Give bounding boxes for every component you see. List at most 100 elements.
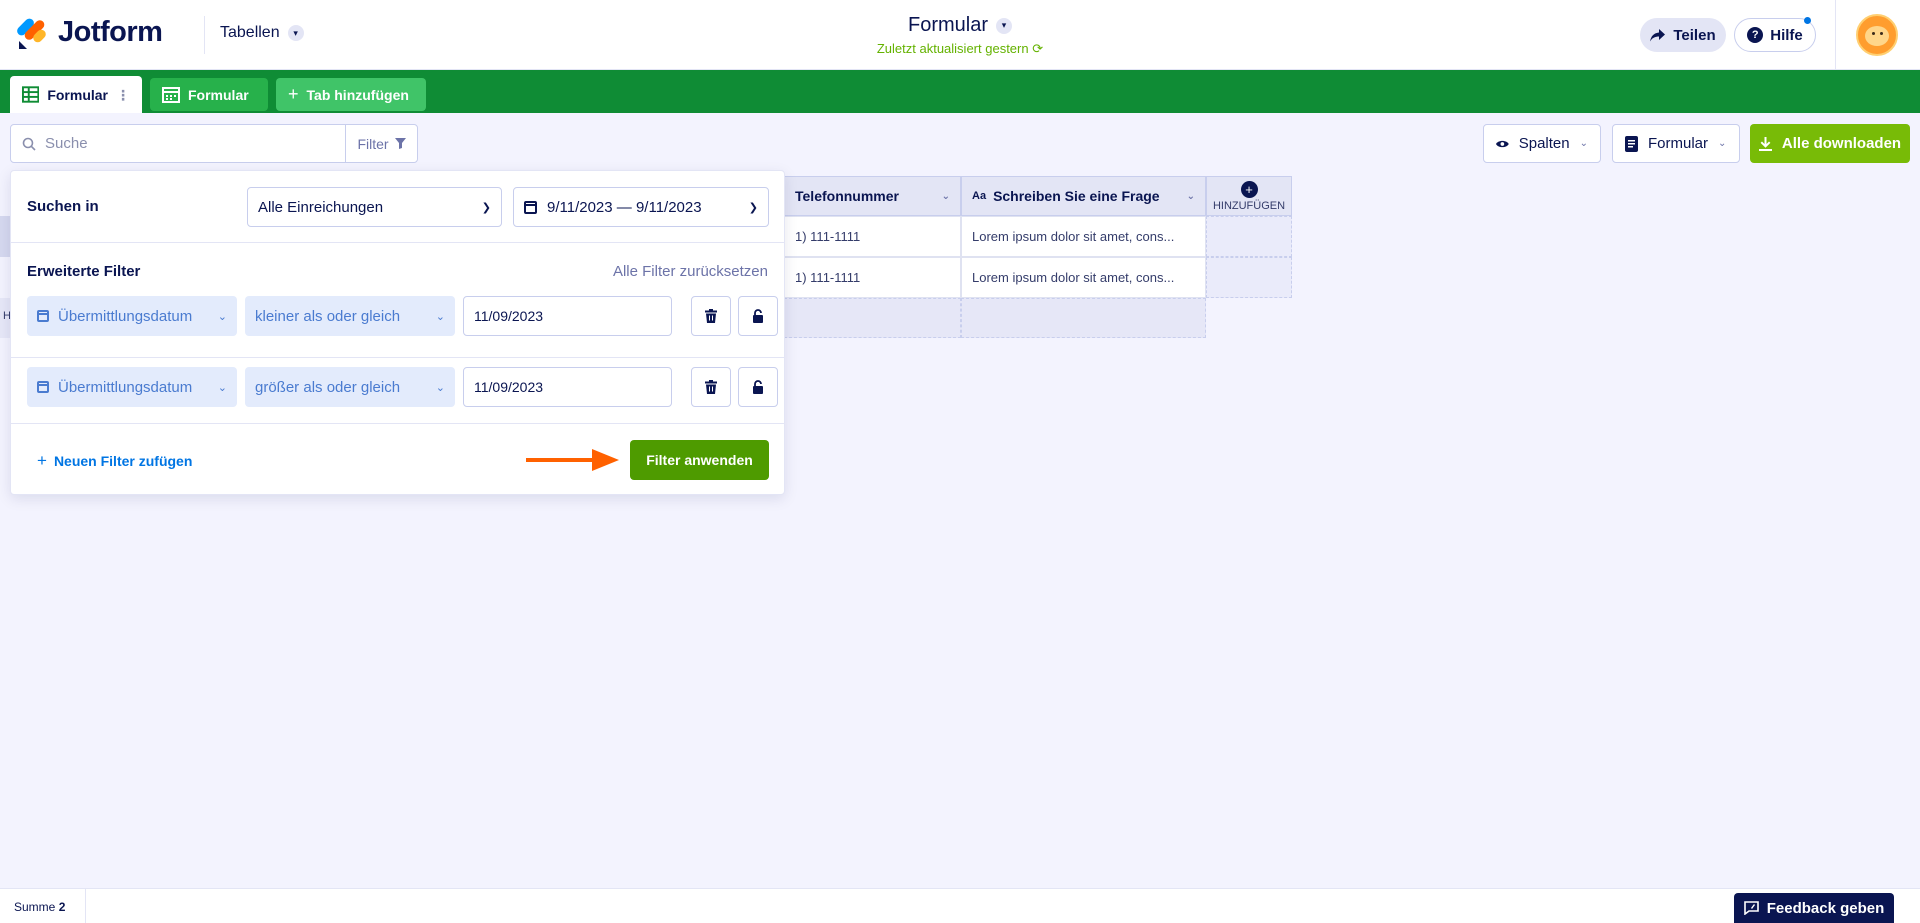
table-footer-cell xyxy=(961,298,1206,338)
column-header-phone[interactable]: Telefonnummer ⌄ xyxy=(784,176,961,216)
lock-filter-button[interactable] xyxy=(738,367,778,407)
download-all-button[interactable]: Alle downloaden xyxy=(1750,124,1910,163)
document-icon xyxy=(1625,135,1638,152)
plus-icon: + xyxy=(37,451,47,470)
table-cell[interactable]: Lorem ipsum dolor sit amet, cons... xyxy=(961,216,1206,257)
filter-row: Übermittlungsdatum ⌄ kleiner als oder gl… xyxy=(27,296,778,336)
calendar-icon xyxy=(37,381,49,393)
delete-filter-button[interactable] xyxy=(691,296,731,336)
feedback-button[interactable]: Feedback geben xyxy=(1734,893,1894,923)
chevron-down-icon: ⌄ xyxy=(217,310,227,323)
filter-value-text: 11/09/2023 xyxy=(474,308,544,324)
cell-text: Lorem ipsum dolor sit amet, cons... xyxy=(972,229,1175,244)
feedback-label: Feedback geben xyxy=(1766,899,1885,917)
footer-bar: Summe 2 xyxy=(0,888,1920,923)
filter-button[interactable]: Filter xyxy=(345,125,417,162)
add-tab-button[interactable]: + Tab hinzufügen xyxy=(276,78,426,111)
add-column-label: HINZUFÜGEN xyxy=(1212,199,1286,212)
chevron-down-icon[interactable]: ⌄ xyxy=(942,191,950,202)
header-divider xyxy=(204,16,205,54)
advanced-filters-label: Erweiterte Filter xyxy=(27,263,141,280)
filter-value-input[interactable]: 11/09/2023 xyxy=(463,296,672,336)
chevron-down-icon: ⌄ xyxy=(435,310,445,323)
table-cell[interactable]: 1) 111-1111 xyxy=(784,216,961,257)
jotform-logo-icon xyxy=(15,15,48,49)
top-header: Jotform Tabellen ▾ Formular ▾ Zuletzt ak… xyxy=(0,0,1920,70)
page-title: Formular xyxy=(907,14,988,36)
tab-label: Formular xyxy=(188,86,249,103)
chevron-down-icon[interactable]: ⌄ xyxy=(1187,191,1195,202)
filter-value-input[interactable]: 11/09/2023 xyxy=(463,367,672,407)
apply-filter-button[interactable]: Filter anwenden xyxy=(630,440,769,480)
submissions-select-value: Alle Einreichungen xyxy=(258,198,384,216)
divider xyxy=(11,357,784,358)
unlock-icon xyxy=(753,309,763,323)
download-label: Alle downloaden xyxy=(1781,135,1902,152)
submissions-select[interactable]: Alle Einreichungen ❯ xyxy=(247,187,502,227)
date-range-value: 9/11/2023 — 9/11/2023 xyxy=(547,198,702,216)
reset-filters-link[interactable]: Alle Filter zurücksetzen xyxy=(613,263,768,280)
more-options-icon[interactable]: ⋮ xyxy=(116,88,130,102)
avatar[interactable] xyxy=(1856,14,1898,56)
add-filter-link[interactable]: + Neuen Filter zufügen xyxy=(37,451,192,471)
calendar-icon xyxy=(162,87,180,103)
date-range-picker[interactable]: 9/11/2023 — 9/11/2023 ❯ xyxy=(513,187,769,227)
trash-icon xyxy=(705,309,717,323)
filter-operator-value: kleiner als oder gleich xyxy=(255,307,401,325)
download-icon xyxy=(1758,136,1772,151)
filter-operator-select[interactable]: größer als oder gleich ⌄ xyxy=(245,367,455,407)
columns-button[interactable]: Spalten ⌄ xyxy=(1483,124,1601,163)
filter-operator-select[interactable]: kleiner als oder gleich ⌄ xyxy=(245,296,455,336)
filter-field-select[interactable]: Übermittlungsdatum ⌄ xyxy=(27,367,237,407)
chevron-down-icon: ❯ xyxy=(748,201,758,214)
filter-field-value: Übermittlungsdatum xyxy=(58,378,193,396)
row-selector[interactable] xyxy=(0,216,10,257)
app-switcher-label: Tabellen xyxy=(220,24,280,41)
table-cell[interactable]: Lorem ipsum dolor sit amet, cons... xyxy=(961,257,1206,298)
cell-text: 1) 111-1111 xyxy=(795,229,861,244)
table-cell[interactable]: 1) 111-1111 xyxy=(784,257,961,298)
table-grid-icon xyxy=(22,86,40,103)
table-cell-empty[interactable] xyxy=(1206,257,1292,298)
tab-formular-calendar[interactable]: Formular xyxy=(150,78,268,111)
chevron-down-icon: ⌄ xyxy=(1718,138,1727,149)
app-switcher[interactable]: Tabellen ▾ xyxy=(220,24,304,42)
tab-formular-table[interactable]: Formular ⋮ xyxy=(10,76,142,113)
calendar-icon xyxy=(524,200,537,214)
form-select-button[interactable]: Formular ⌄ xyxy=(1612,124,1740,163)
filter-field-select[interactable]: Übermittlungsdatum ⌄ xyxy=(27,296,237,336)
apply-filter-label: Filter anwenden xyxy=(646,452,753,468)
plus-circle-icon: + xyxy=(1240,180,1258,198)
chevron-down-icon: ⌄ xyxy=(217,381,227,394)
jotform-logo[interactable]: Jotform xyxy=(15,15,163,49)
help-icon: ? xyxy=(1747,27,1764,43)
header-divider xyxy=(1835,0,1836,70)
share-arrow-icon xyxy=(1650,28,1666,41)
table-cell-empty[interactable] xyxy=(1206,216,1292,257)
column-header-question[interactable]: Aa Schreiben Sie eine Frage ⌄ xyxy=(961,176,1206,216)
lock-filter-button[interactable] xyxy=(738,296,778,336)
delete-filter-button[interactable] xyxy=(691,367,731,407)
search-icon xyxy=(22,137,36,151)
footer-divider xyxy=(85,889,86,923)
add-tab-label: Tab hinzufügen xyxy=(306,86,409,103)
chevron-down-icon: ▾ xyxy=(287,25,304,41)
chevron-down-icon: ▾ xyxy=(996,17,1012,34)
filter-row: Übermittlungsdatum ⌄ größer als oder gle… xyxy=(27,367,778,407)
filter-label: Filter xyxy=(357,135,389,152)
share-label: Teilen xyxy=(1673,26,1716,44)
form-label: Formular xyxy=(1648,135,1709,152)
tab-label: Formular xyxy=(47,86,108,103)
last-updated-text: Zuletzt aktualisiert gestern xyxy=(876,41,1029,56)
add-column-button[interactable]: + HINZUFÜGEN xyxy=(1206,176,1292,216)
refresh-icon: ⟳ xyxy=(1032,41,1044,56)
search-bar: Filter xyxy=(10,124,418,163)
help-button[interactable]: ? Hilfe xyxy=(1734,17,1816,52)
arrow-pointer-icon xyxy=(526,449,619,471)
chevron-down-icon: ❯ xyxy=(481,201,491,214)
filter-operator-value: größer als oder gleich xyxy=(255,378,401,396)
chevron-down-icon: ⌄ xyxy=(1579,138,1588,149)
search-input[interactable] xyxy=(45,135,385,152)
share-button[interactable]: Teilen xyxy=(1640,18,1726,52)
form-title-dropdown[interactable]: Formular ▾ xyxy=(908,14,1012,37)
